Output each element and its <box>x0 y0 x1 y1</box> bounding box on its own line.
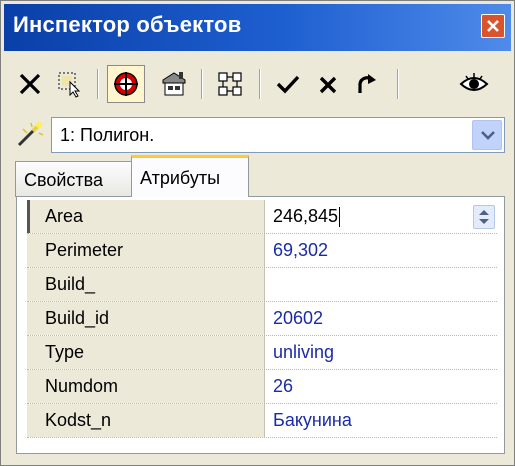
table-row[interactable]: Kodst_n Бакунина <box>27 404 497 438</box>
attribute-value[interactable]: 20602 <box>267 302 497 335</box>
refresh-button[interactable] <box>347 65 385 103</box>
attribute-value[interactable]: unliving <box>267 336 497 369</box>
attribute-value[interactable]: Бакунина <box>267 404 497 437</box>
close-button[interactable] <box>481 14 505 38</box>
attribute-value-editor[interactable]: 246,845 <box>267 200 497 233</box>
attribute-name: Area <box>27 200 265 233</box>
tab-attributes[interactable]: Атрибуты <box>131 155 249 197</box>
apply-icon <box>276 75 300 94</box>
text-caret <box>339 207 341 228</box>
group-icon <box>218 72 242 96</box>
spin-arrows-icon <box>479 210 489 224</box>
combobox-dropdown-button[interactable] <box>472 120 502 150</box>
window-title: Инспектор объектов <box>13 12 242 37</box>
attribute-name: Build_ <box>27 268 265 301</box>
attribute-name: Kodst_n <box>27 404 265 437</box>
view-icon <box>459 73 489 91</box>
toolbar-separator <box>97 69 99 99</box>
table-row[interactable]: Numdom 26 <box>27 370 497 404</box>
toolbar-separator <box>397 69 399 99</box>
properties-icon <box>162 72 186 96</box>
cancel-button[interactable] <box>309 65 347 103</box>
table-row[interactable]: Area 246,845 <box>27 200 497 234</box>
refresh-icon <box>358 74 376 93</box>
toolbar <box>7 59 507 109</box>
magic-wand-icon <box>13 121 45 156</box>
attribute-value: 246,845 <box>273 206 339 226</box>
select-region-button[interactable] <box>51 65 89 103</box>
attribute-name: Type <box>27 336 265 369</box>
chevron-down-icon <box>481 131 495 140</box>
tab-strip: Свойства Атрибуты <box>15 153 515 197</box>
tab-properties-label: Свойства <box>24 170 104 190</box>
group-button[interactable] <box>211 65 249 103</box>
table-row[interactable]: Build_id 20602 <box>27 302 497 336</box>
table-row[interactable]: Perimeter 69,302 <box>27 234 497 268</box>
select-region-icon <box>58 72 81 98</box>
value-spinner[interactable] <box>473 205 495 229</box>
object-combobox[interactable]: 1: Полигон. <box>51 117 505 153</box>
delete-button[interactable] <box>11 65 49 103</box>
target-button[interactable] <box>107 65 145 103</box>
toolbar-separator <box>201 69 203 99</box>
object-inspector-window: Инспектор объектов 1: Полигон. Свойства … <box>0 0 515 466</box>
object-combobox-value: 1: Полигон. <box>60 125 155 145</box>
title-bar[interactable]: Инспектор объектов <box>4 4 511 51</box>
tab-properties[interactable]: Свойства <box>15 161 133 197</box>
apply-button[interactable] <box>269 65 307 103</box>
attributes-grid: Area 246,845 Perimeter 69,302 Build_ Bui… <box>16 196 505 454</box>
tab-attributes-label: Атрибуты <box>140 168 221 188</box>
attribute-name: Numdom <box>27 370 265 403</box>
object-selector: 1: Полигон. <box>9 115 505 155</box>
delete-icon <box>19 73 41 95</box>
attribute-value[interactable]: 69,302 <box>267 234 497 267</box>
attribute-name: Build_id <box>27 302 265 335</box>
table-row[interactable]: Build_ <box>27 268 497 302</box>
attribute-name: Perimeter <box>27 234 265 267</box>
attribute-value[interactable] <box>267 268 497 301</box>
view-button[interactable] <box>455 65 493 103</box>
cancel-icon <box>319 76 337 94</box>
toolbar-separator <box>259 69 261 99</box>
target-icon <box>114 72 138 96</box>
attribute-value[interactable]: 26 <box>267 370 497 403</box>
properties-button[interactable] <box>155 65 193 103</box>
table-row[interactable]: Type unliving <box>27 336 497 370</box>
close-icon <box>487 20 499 32</box>
